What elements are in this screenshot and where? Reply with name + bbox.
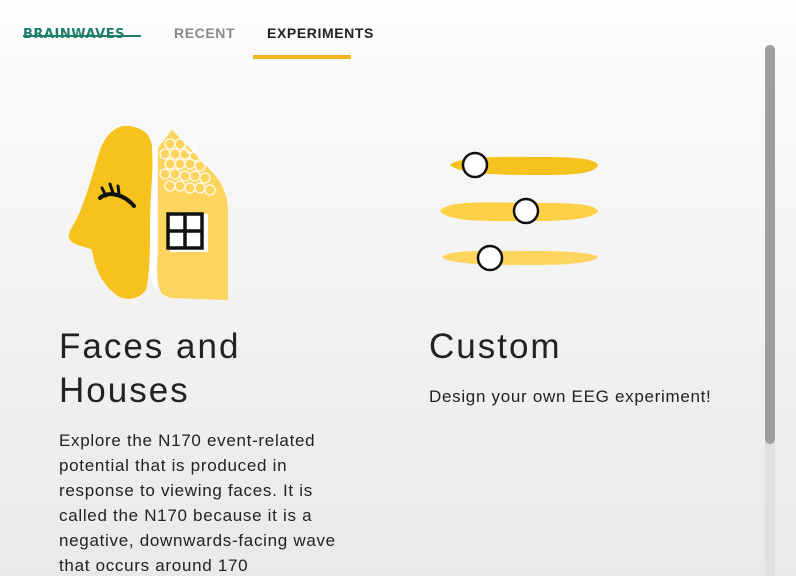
experiment-title-custom[interactable]: Custom <box>429 325 729 369</box>
experiment-description-custom: Design your own EEG experiment! <box>429 387 712 406</box>
face-house-icon[interactable] <box>66 124 232 302</box>
brainwaves-logo[interactable]: BRAINWAVES <box>23 28 143 42</box>
scrollbar-thumb[interactable] <box>765 45 775 444</box>
tab-experiments[interactable]: EXPERIMENTS <box>267 25 374 41</box>
active-tab-indicator <box>253 55 351 59</box>
experiment-title-faces-houses[interactable]: Faces and Houses <box>59 325 359 413</box>
experiment-description-faces-houses: Explore the N170 event-related potential… <box>59 431 336 575</box>
sliders-icon[interactable] <box>436 145 606 275</box>
tab-recent[interactable]: RECENT <box>174 25 235 41</box>
top-nav-bar: BRAINWAVES RECENT EXPERIMENTS <box>0 0 796 60</box>
logo-wave-line <box>23 35 141 37</box>
